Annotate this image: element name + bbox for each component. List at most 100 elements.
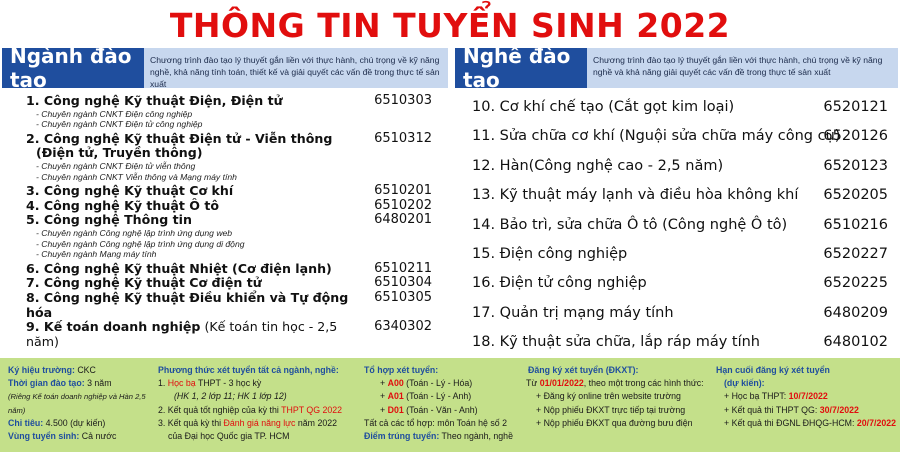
vocation-code: 6480209 bbox=[823, 304, 888, 321]
method-detail: (HK 1, 2 lớp 11; HK 1 lớp 12) bbox=[174, 391, 287, 402]
page-title: THÔNG TIN TUYỂN SINH 2022 bbox=[169, 6, 731, 45]
vocation-code: 6520205 bbox=[823, 187, 888, 204]
program-item: 4. Công nghệ Kỹ thuật Ô tô 6510202 bbox=[26, 197, 446, 214]
program-code: 6510304 bbox=[374, 275, 432, 291]
vocation-code: 6520121 bbox=[823, 99, 888, 115]
vocation-code: 6520126 bbox=[823, 128, 888, 145]
vocation-item: 11. Sửa chữa cơ khí (Nguội sửa chữa máy … bbox=[472, 124, 892, 153]
school-code-label: Ký hiệu trường: bbox=[8, 365, 75, 375]
region-label: Vùng tuyển sinh: bbox=[8, 431, 80, 442]
specialization: - Chuyên ngành CNKT Viễn thông và Mạng m… bbox=[36, 171, 237, 182]
registration-info: Đăng ký xét tuyển (ĐKXT): Từ 01/01/2022,… bbox=[526, 364, 712, 430]
program-list: 1. Công nghệ Kỹ thuật Điện, Điện tử 6510… bbox=[26, 93, 446, 349]
deadline-text: + Kết quả thi ĐGNL ĐHQG-HCM: bbox=[724, 417, 857, 428]
program-item: 1. Công nghệ Kỹ thuật Điện, Điện tử 6510… bbox=[26, 93, 446, 130]
combinations-heading: Tổ hợp xét tuyển: bbox=[364, 365, 439, 375]
combination-subjects: (Toán - Lý - Hóa) bbox=[403, 378, 473, 389]
quota-label: Chỉ tiêu: bbox=[8, 417, 44, 428]
specialization: - Chuyên ngành Mạng máy tính bbox=[36, 249, 157, 260]
deadline-text: + Học bạ THPT: bbox=[724, 391, 789, 402]
combination-code: A01 bbox=[387, 391, 404, 402]
score-label: Điểm trúng tuyển: bbox=[364, 431, 440, 442]
combination-code: D01 bbox=[387, 404, 404, 415]
registration-date: 01/01/2022 bbox=[539, 378, 584, 389]
registration-option: + Nộp phiếu ĐKXT qua đường bưu điện bbox=[536, 417, 693, 428]
section-label: Ngành đào tạo bbox=[2, 44, 144, 92]
program-item: 8. Công nghệ Kỹ thuật Điều khiển và Tự đ… bbox=[26, 289, 446, 320]
combination-note: Tất cả các tổ hợp: môn Toán hệ số 2 bbox=[364, 417, 508, 428]
program-item: 2. Công nghệ Kỹ thuật Điện tử - Viễn thô… bbox=[26, 130, 446, 182]
method-highlight: THPT QG 2022 bbox=[281, 404, 343, 415]
vocation-code: 6520227 bbox=[823, 245, 888, 262]
duration-label: Thời gian đào tạo: bbox=[8, 378, 85, 389]
specialization: - Chuyên ngành Công nghệ lập trình ứng d… bbox=[36, 227, 233, 238]
section-label: Nghề đào tạo bbox=[455, 44, 587, 92]
method-number: 1. bbox=[158, 378, 168, 389]
registration-text: , theo một trong các hình thức: bbox=[583, 378, 704, 389]
method-text: năm 2022 bbox=[295, 417, 338, 428]
vocation-code: 6510216 bbox=[823, 216, 888, 233]
section-description: Chương trình đào tạo lý thuyết gắn liền … bbox=[144, 48, 448, 89]
program-item: 9. Kế toán doanh nghiệp (Kế toán tin học… bbox=[26, 319, 446, 349]
admission-methods: Phương thức xét tuyển tất cả ngành, nghề… bbox=[158, 364, 358, 443]
vocation-item: 10. Cơ khí chế tạo (Cắt gọt kim loại) 652… bbox=[472, 95, 892, 124]
specialization: - Chuyên ngành CNKT Điện công nghiệp bbox=[36, 108, 193, 119]
registration-heading: Đăng ký xét tuyển (ĐKXT): bbox=[528, 365, 639, 375]
vocation-item: 15. Điện công nghiệp 6520227 bbox=[472, 242, 892, 271]
section-description: Chương trình đào tạo lý thuyết gắn liền … bbox=[587, 48, 898, 88]
vocation-code: 6520123 bbox=[823, 157, 888, 174]
program-code: 6480201 bbox=[374, 212, 432, 228]
method-highlight: Học bạ bbox=[167, 378, 196, 389]
program-code: 6510305 bbox=[374, 289, 432, 305]
deadline-date: 20/7/2022 bbox=[856, 417, 897, 428]
program-code: 6510201 bbox=[374, 183, 432, 199]
specialization: - Chuyên ngành Công nghệ lập trình ứng d… bbox=[36, 238, 245, 249]
vocation-item: 14. Bảo trì, sửa chữa Ô tô (Công nghệ Ô … bbox=[472, 213, 892, 242]
duration-note: (Riêng Kế toán doanh nghiệp và Hàn 2,5 n… bbox=[8, 392, 146, 415]
registration-option: + Nộp phiếu ĐKXT trực tiếp tại trường bbox=[536, 404, 686, 415]
combination-subjects: (Toán - Lý - Anh) bbox=[403, 391, 472, 402]
vocation-list: 10. Cơ khí chế tạo (Cắt gọt kim loại) 652… bbox=[472, 95, 892, 360]
method-highlight: Đánh giá năng lực bbox=[223, 417, 296, 428]
program-code: 6510312 bbox=[374, 130, 432, 146]
program-code: 6510303 bbox=[374, 93, 432, 108]
vocation-item: 17. Quản trị mạng máy tính 6480209 bbox=[472, 301, 892, 330]
quota: 4.500 (dự kiến) bbox=[43, 417, 106, 428]
method-text: của Đại học Quốc gia TP. HCM bbox=[168, 431, 290, 442]
vocation-item: 16. Điện tử công nghiệp 6520225 bbox=[472, 271, 892, 300]
program-item: 7. Công nghệ Kỹ thuật Cơ điện tử 6510304 bbox=[26, 276, 446, 291]
method-text: 2. Kết quả tốt nghiệp của kỳ thi bbox=[158, 404, 282, 415]
vocation-code: 6480102 bbox=[823, 334, 888, 351]
duration: 3 năm bbox=[84, 378, 112, 389]
program-item: 5. Công nghệ Thông tin 6480201 - Chuyên … bbox=[26, 213, 446, 259]
program-code: 6510211 bbox=[374, 260, 432, 276]
deadline-heading: Hạn cuối đăng ký xét tuyển bbox=[716, 365, 830, 375]
program-item: 3. Công nghệ Kỹ thuật Cơ khí 6510201 bbox=[26, 184, 446, 199]
specialization: - Chuyên ngành CNKT Điện tử viễn thông bbox=[36, 160, 196, 171]
vocation-code: 6520225 bbox=[823, 275, 888, 292]
deadline-heading-note: (dự kiến): bbox=[724, 378, 765, 389]
region: Cả nước bbox=[79, 431, 117, 442]
methods-heading: Phương thức xét tuyển tất cả ngành, nghề… bbox=[158, 365, 339, 375]
program-item: 6. Công nghệ Kỹ thuật Nhiệt (Cơ điện lạn… bbox=[26, 260, 446, 277]
deadline-info: Hạn cuối đăng ký xét tuyển (dự kiến): + … bbox=[716, 364, 898, 430]
combination-code: A00 bbox=[387, 378, 404, 389]
combination-subjects: (Toán - Văn - Anh) bbox=[403, 404, 478, 415]
program-name-text: 9. Kế toán doanh nghiệp bbox=[26, 319, 201, 335]
vocation-item: 12. Hàn(Công nghệ cao - 2,5 năm) 6520123 bbox=[472, 154, 892, 183]
admission-info-band: Ký hiệu trường: CKC Thời gian đào tạo: 3… bbox=[0, 358, 900, 452]
vocation-item: 18. Kỹ thuật sửa chữa, lắp ráp máy tính 6… bbox=[472, 330, 892, 359]
school-code: CKC bbox=[74, 365, 96, 375]
program-name-line2: (Điện tử, Truyền thông) bbox=[36, 145, 203, 161]
deadline-date: 30/7/2022 bbox=[819, 404, 859, 415]
method-text: 3. Kết quả kỳ thi bbox=[158, 417, 224, 428]
registration-text: Từ bbox=[526, 378, 540, 389]
subject-combinations: Tổ hợp xét tuyển: + A00 (Toán - Lý - Hóa… bbox=[364, 364, 524, 443]
specialization: - Chuyên ngành CNKT Điện tử công nghiệp bbox=[36, 119, 203, 130]
program-code: 6340302 bbox=[374, 319, 432, 335]
registration-option: + Đăng ký online trên website trường bbox=[536, 391, 681, 402]
method-text: THPT - 3 học kỳ bbox=[195, 378, 262, 389]
score: Theo ngành, nghề bbox=[439, 431, 513, 442]
vocation-item: 13. Kỹ thuật máy lạnh và điều hòa không … bbox=[472, 183, 892, 212]
program-code: 6510202 bbox=[374, 197, 432, 213]
